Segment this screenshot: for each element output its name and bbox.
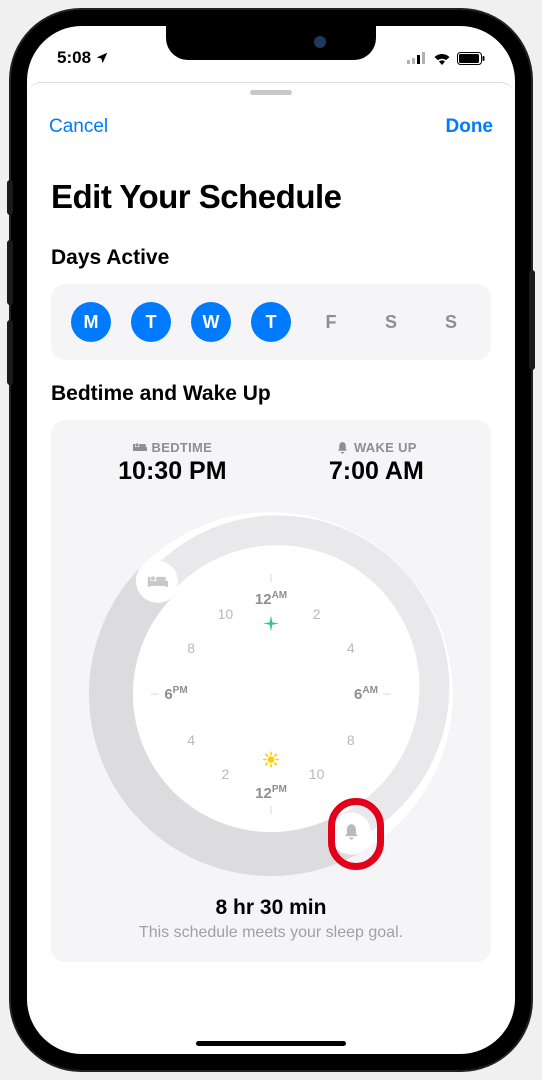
home-indicator[interactable] [196,1041,346,1046]
days-card: M T W T F S S [51,284,491,360]
wifi-icon [433,52,451,65]
battery-icon [457,52,485,65]
nav-bar: Cancel Done [27,102,515,148]
wakeup-value: 7:00 AM [329,457,424,486]
cellular-icon [407,52,427,64]
status-time: 5:08 [57,48,91,68]
location-icon [95,51,109,65]
sleep-dial[interactable]: 12AM 6AM 12PM 6PM 2 4 [81,504,461,884]
sun-icon [263,752,279,768]
sleep-card: BEDTIME 10:30 PM WAKE UP 7:00 AM [51,420,491,962]
bed-icon [133,442,147,453]
cancel-button[interactable]: Cancel [49,116,108,138]
sheet-grabber[interactable] [27,82,515,102]
bell-icon [336,441,349,454]
wakeup-label: WAKE UP [354,440,417,455]
days-active-heading: Days Active [51,246,491,270]
bedtime-wakeup-heading: Bedtime and Wake Up [51,382,491,406]
screen: 5:08 [27,26,515,1054]
sleep-goal-text: This schedule meets your sleep goal. [67,924,475,942]
day-tuesday[interactable]: T [131,302,171,342]
bedtime-value: 10:30 PM [118,457,226,486]
day-saturday[interactable]: S [371,302,411,342]
sleep-duration: 8 hr 30 min [67,896,475,920]
volume-down-button [7,320,13,385]
power-button [529,270,535,370]
volume-up-button [7,240,13,305]
done-button[interactable]: Done [446,116,494,138]
page-title: Edit Your Schedule [51,178,491,216]
phone-frame: 5:08 [11,10,531,1070]
stars-icon [263,615,279,631]
day-sunday[interactable]: S [431,302,471,342]
bedtime-label: BEDTIME [152,440,213,455]
mute-switch [7,180,13,215]
day-monday[interactable]: M [71,302,111,342]
notch [166,26,376,60]
day-wednesday[interactable]: W [191,302,231,342]
dial-labels: 12AM 6AM 12PM 6PM 2 4 [81,504,461,884]
day-thursday[interactable]: T [251,302,291,342]
day-friday[interactable]: F [311,302,351,342]
